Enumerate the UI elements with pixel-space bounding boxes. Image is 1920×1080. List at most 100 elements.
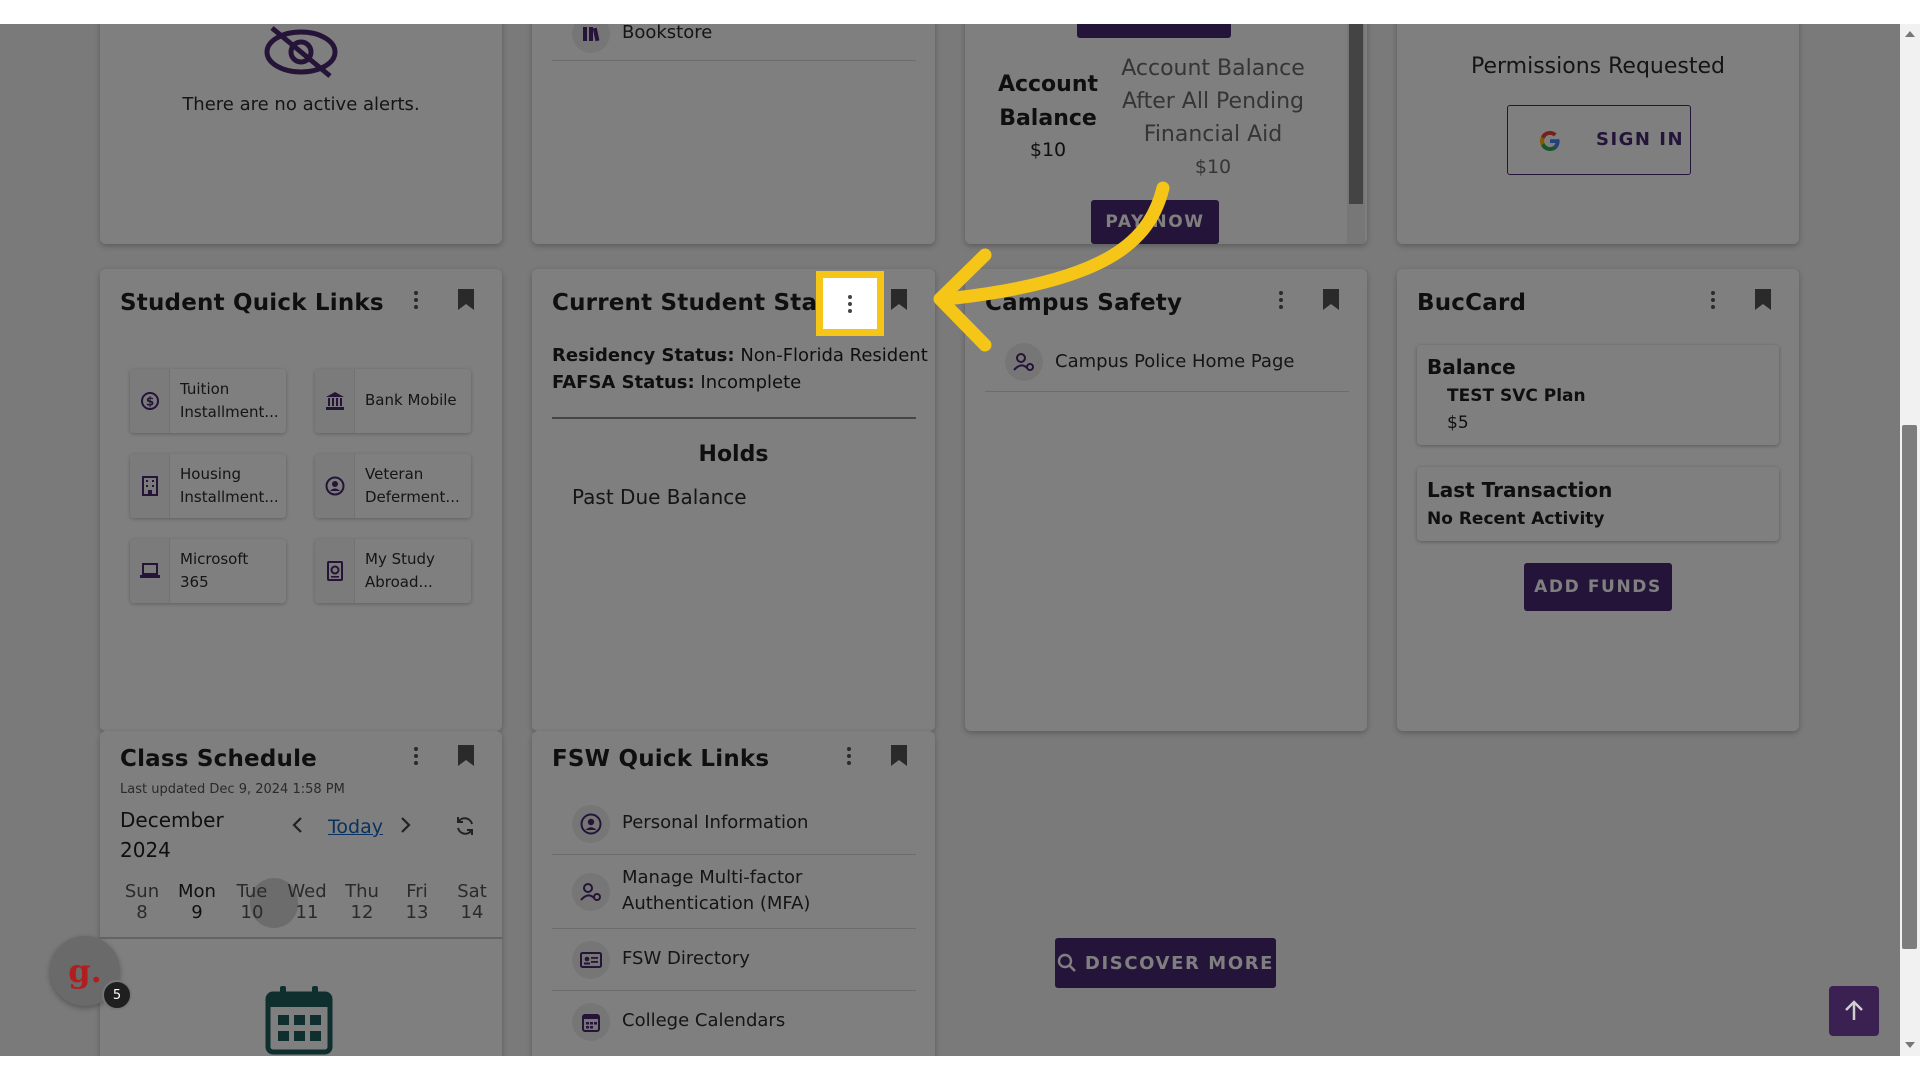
highlighted-menu-target[interactable] [816, 271, 884, 336]
calendar-year: 2024 [120, 838, 171, 862]
chevron-right-icon[interactable] [397, 815, 413, 835]
contact-card-icon [572, 941, 610, 979]
card-title: Class Schedule [120, 746, 317, 772]
quick-link-bank-mobile[interactable]: Bank Mobile [315, 369, 471, 433]
more-options-icon[interactable] [1269, 286, 1293, 314]
more-options-icon[interactable] [1701, 286, 1725, 314]
scroll-to-top-button[interactable] [1829, 986, 1879, 1036]
card-scrollbar[interactable] [1347, 24, 1365, 244]
balance-heading: Balance [1427, 355, 1516, 379]
scroll-down-arrow-icon[interactable] [1905, 1042, 1915, 1048]
last-transaction-heading: Last Transaction [1427, 478, 1613, 502]
calendar-day[interactable]: Wed 11 [285, 881, 329, 923]
more-options-icon[interactable] [838, 290, 862, 318]
refresh-icon[interactable] [453, 814, 477, 838]
quick-link-label: Deferment... [365, 488, 460, 506]
divider [552, 417, 916, 419]
page-scroll-thumb[interactable] [1902, 425, 1917, 949]
calendar-month: December [120, 808, 224, 832]
calendar-day-number: 8 [136, 902, 148, 923]
building-icon [130, 454, 170, 518]
bookmark-icon[interactable] [1755, 289, 1771, 310]
laptop-icon [130, 539, 170, 603]
quick-link-microsoft[interactable]: Microsoft 365 [130, 539, 286, 603]
quick-link-tuition[interactable]: $ Tuition Installment... [130, 369, 286, 433]
calendar-icon [265, 986, 333, 1055]
chevron-left-icon[interactable] [290, 815, 306, 835]
residency-value: Non-Florida Resident [740, 345, 928, 366]
more-options-icon[interactable] [404, 742, 428, 770]
holds-title: Holds [698, 442, 769, 467]
calendar-day[interactable]: Sat 14 [450, 881, 494, 923]
fafsa-status: FAFSA Status: Incomplete [552, 372, 801, 393]
notification-badge: 5 [102, 980, 132, 1010]
more-options-icon[interactable] [404, 286, 428, 314]
person-circle-icon [315, 454, 355, 518]
bookmark-icon[interactable] [1323, 289, 1339, 310]
bookmark-icon[interactable] [458, 289, 474, 310]
card-title: BucCard [1417, 290, 1527, 316]
last-transaction-panel: Last Transaction No Recent Activity [1417, 467, 1779, 541]
quick-link-label: Tuition [180, 380, 230, 398]
bookmark-icon[interactable] [458, 745, 474, 766]
quick-link-study-abroad[interactable]: My Study Abroad... [315, 539, 471, 603]
last-transaction-value: No Recent Activity [1427, 509, 1605, 529]
calendar-day-number: 10 [240, 902, 264, 923]
quick-link-label: Installment... [180, 488, 279, 506]
search-icon [1057, 953, 1076, 972]
quick-link-housing[interactable]: Housing Installment... [130, 454, 286, 518]
pay-button-top[interactable] [1077, 24, 1231, 38]
balance-panel: Balance TEST SVC Plan $5 [1417, 345, 1779, 445]
fsw-link-directory[interactable]: FSW Directory [552, 929, 916, 991]
calendar-icon [572, 1003, 610, 1041]
bookmark-icon[interactable] [891, 289, 907, 310]
current-student-status-card: Current Student Status Residency Status:… [532, 269, 935, 731]
fsw-link-mfa[interactable]: Manage Multi-factor Authentication (MFA) [552, 855, 916, 929]
google-sign-in-button[interactable]: SIGN IN [1507, 105, 1691, 175]
calendar-day[interactable]: Sun 8 [120, 881, 164, 923]
card-title: Student Quick Links [120, 290, 384, 316]
calendar-day-name: Sat [457, 881, 487, 902]
bank-icon [315, 369, 355, 433]
top-white-strip [0, 0, 1920, 24]
list-item[interactable]: Bookstore [552, 24, 916, 61]
bookmark-icon[interactable] [891, 745, 907, 766]
calendar-day[interactable]: Thu 12 [340, 881, 384, 923]
add-funds-button[interactable]: ADD FUNDS [1524, 563, 1672, 611]
fafsa-label: FAFSA Status: [552, 372, 695, 393]
fsw-link-calendars[interactable]: College Calendars [552, 991, 916, 1053]
hold-item[interactable]: Past Due Balance [572, 485, 747, 509]
fsw-link-label: College Calendars [622, 1010, 786, 1031]
highlight-inner [823, 278, 877, 329]
fsw-link-label-line2: Authentication (MFA) [622, 893, 811, 914]
bottom-white-strip [0, 1056, 1920, 1080]
dollar-circle-icon: $ [130, 369, 170, 433]
quick-link-label: Microsoft [180, 550, 249, 568]
discover-more-button[interactable]: DISCOVER MORE [1055, 938, 1276, 988]
today-link[interactable]: Today [328, 816, 383, 838]
pending-balance-label: Account Balance After All Pending Financ… [1121, 56, 1305, 147]
calendar-day[interactable]: Mon 9 [175, 881, 219, 923]
divider [100, 937, 502, 939]
account-balance-label: Account Balance [997, 72, 1099, 131]
quick-link-veteran[interactable]: Veteran Deferment... [315, 454, 471, 518]
last-updated: Last updated Dec 9, 2024 1:58 PM [120, 782, 345, 797]
sign-in-label: SIGN IN [1596, 129, 1685, 150]
person-circle-icon [572, 805, 610, 843]
fafsa-value: Incomplete [700, 372, 802, 393]
card-scroll-thumb[interactable] [1349, 24, 1363, 204]
calendar-day[interactable]: Tue 10 [230, 881, 274, 923]
fsw-link-personal-info[interactable]: Personal Information [552, 793, 916, 855]
buccard-card: BucCard Balance TEST SVC Plan $5 Last Tr… [1397, 269, 1799, 731]
calendar-day[interactable]: Fri 13 [395, 881, 439, 923]
card-title: FSW Quick Links [552, 746, 770, 772]
more-options-icon[interactable] [837, 742, 861, 770]
account-balance-value: $10 [1029, 139, 1067, 161]
top-links-card: Bookstore [532, 24, 935, 244]
quick-link-label: Veteran [365, 465, 424, 483]
calendar-day-number: 9 [191, 902, 203, 923]
fsw-link-label: Personal Information [622, 812, 809, 833]
card-title: Current Student Status [552, 290, 859, 316]
scroll-up-arrow-icon[interactable] [1905, 31, 1915, 37]
fsw-link-label: Manage Multi-factor [622, 867, 803, 888]
